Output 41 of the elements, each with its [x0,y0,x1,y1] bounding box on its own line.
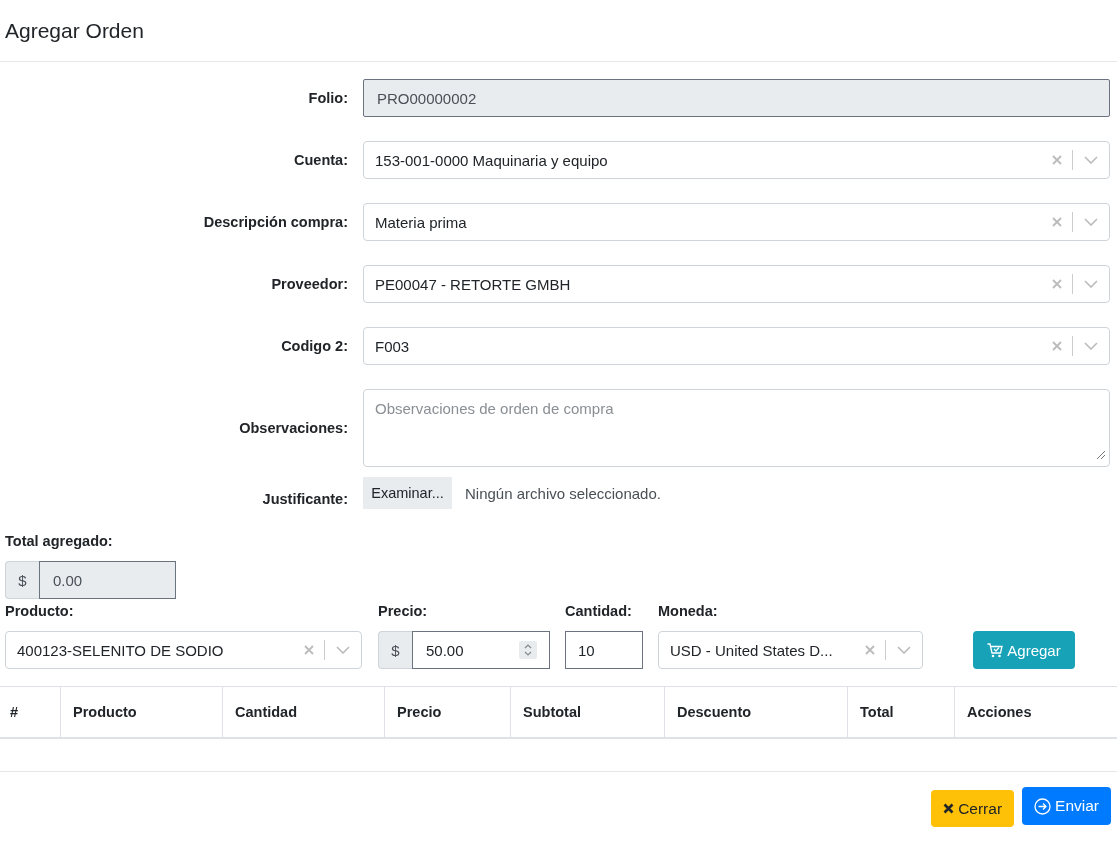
stepper-icon[interactable] [519,641,537,659]
column-header: Subtotal [510,687,664,737]
field-label: Justificante: [261,491,349,507]
total-field: 0.00 [39,561,176,599]
select-field[interactable]: 400123-SELENITO DE SODIO [5,631,362,669]
column-header: Acciones [954,687,1117,737]
select-field[interactable]: 153-001-0000 Maquinaria y equipo [363,141,1110,179]
field-label: Proveedor: [270,276,349,292]
column-header: Descuento [664,687,847,737]
field-label: Total agregado: [5,533,114,551]
select-field[interactable]: USD - United States D... [658,631,923,669]
arrow-circle-icon [1034,797,1052,815]
column-header: Cantidad [222,687,384,737]
select-field[interactable]: Materia prima [363,203,1110,241]
close-button[interactable]: Cerrar [931,790,1015,827]
cart-icon [987,642,1004,658]
column-header: # [9,703,20,722]
field-label: Cantidad: [565,603,633,621]
column-header: Total [847,687,954,737]
file-status: Ningún archivo seleccionado. [465,484,661,502]
close-icon [943,803,955,814]
dialog-title: Agregar Orden [5,18,144,43]
column-header: Precio [384,687,510,737]
field-label: Producto: [5,603,75,621]
field-label: Observaciones: [238,420,349,436]
field-label: Precio: [378,603,429,621]
field-label: Cuenta: [293,152,349,168]
field-label: Codigo 2: [280,338,349,354]
column-header: Producto [60,687,222,737]
select-field[interactable]: PE00047 - RETORTE GMBH [363,265,1110,303]
field-label: Descripción compra: [202,214,349,230]
currency-prefix: $ [5,561,39,599]
select-field[interactable]: F003 [363,327,1110,365]
field-label: Moneda: [658,603,719,621]
send-button[interactable]: Enviar [1022,787,1111,825]
price-field[interactable]: 50.00 [412,631,550,669]
field-label: Folio: [307,90,349,106]
text-field[interactable]: PRO00000002 [363,79,1110,117]
quantity-field[interactable]: 10 [565,631,643,669]
currency-prefix: $ [378,631,412,669]
browse-button[interactable]: Examinar... [363,477,452,509]
